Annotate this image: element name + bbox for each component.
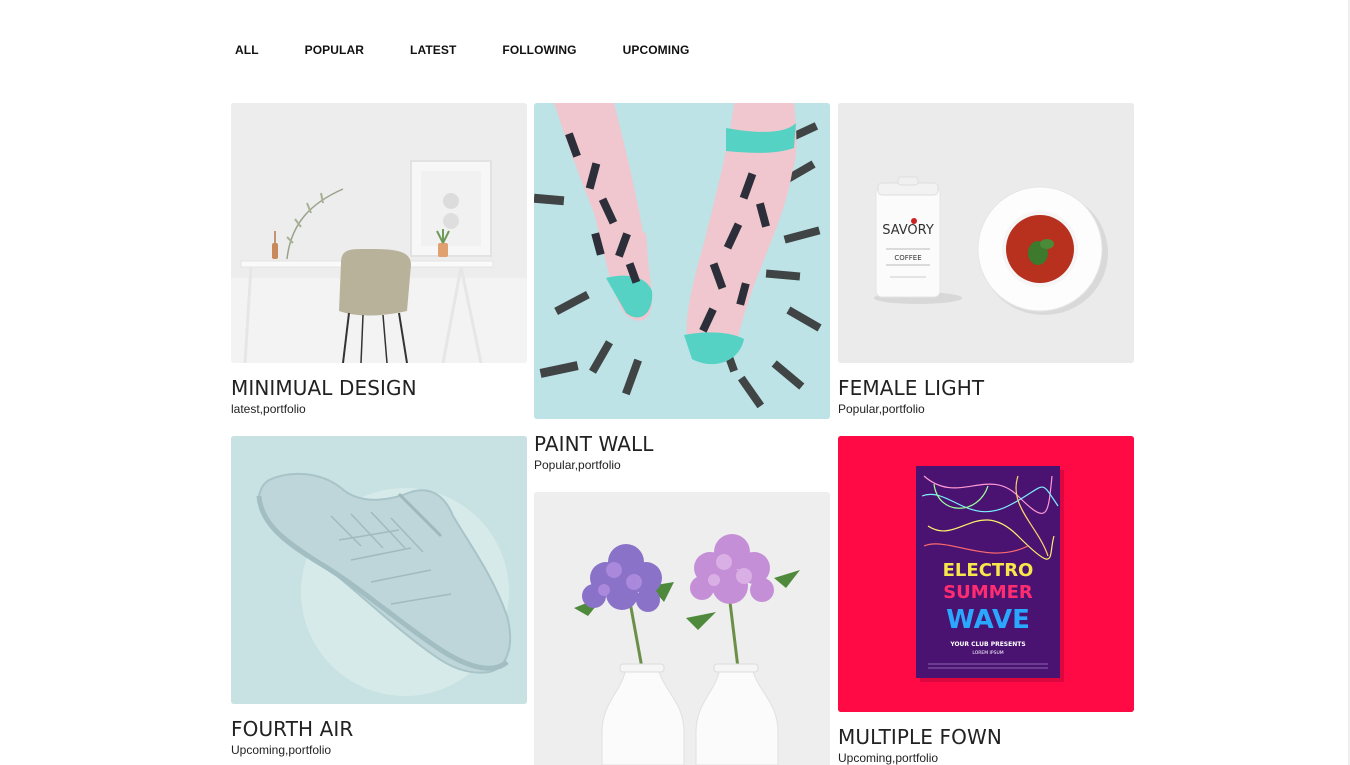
portfolio-card-flowers[interactable]: [534, 492, 830, 765]
card-image-poster[interactable]: ELECTRO SUMMER WAVE YOUR CLUB PRESENTS L…: [838, 436, 1134, 712]
filter-following[interactable]: FOLLOWING: [502, 43, 576, 57]
card-tags: Popular,portfolio: [838, 402, 925, 416]
sneaker-illustration: [231, 436, 527, 704]
card-image-desk-chair[interactable]: [231, 103, 527, 363]
socks-illustration: [534, 103, 830, 419]
filter-latest[interactable]: LATEST: [410, 43, 456, 57]
poster-sub-club: YOUR CLUB PRESENTS: [949, 641, 1025, 648]
card-title[interactable]: FOURTH AIR: [231, 717, 527, 741]
card-title[interactable]: FEMALE LIGHT: [838, 376, 1134, 400]
filter-all[interactable]: ALL: [235, 43, 259, 57]
filter-upcoming[interactable]: UPCOMING: [623, 43, 690, 57]
desk-chair-illustration: [231, 103, 527, 363]
card-tags: latest,portfolio: [231, 402, 306, 416]
card-image-sneaker[interactable]: [231, 436, 527, 704]
filter-popular[interactable]: POPULAR: [305, 43, 364, 57]
portfolio-card-multiple-fown[interactable]: ELECTRO SUMMER WAVE YOUR CLUB PRESENTS L…: [838, 436, 1134, 765]
card-tags: Upcoming,portfolio: [838, 751, 939, 765]
poster-illustration: ELECTRO SUMMER WAVE YOUR CLUB PRESENTS L…: [838, 436, 1134, 712]
card-title[interactable]: MULTIPLE FOWN: [838, 725, 1134, 749]
portfolio-card-paint-wall[interactable]: PAINT WALL Popular,portfolio: [534, 103, 830, 474]
savory-brand-text: SAVORY: [882, 223, 934, 238]
card-image-socks[interactable]: [534, 103, 830, 419]
card-image-flowers[interactable]: [534, 492, 830, 765]
card-image-savory[interactable]: SAVORY COFFEE: [838, 103, 1134, 363]
poster-line-electro: ELECTRO: [943, 560, 1034, 581]
poster-sub-lorem: LOREM IPSUM: [972, 650, 1003, 656]
card-title[interactable]: PAINT WALL: [534, 432, 830, 456]
savory-illustration: SAVORY COFFEE: [838, 103, 1134, 363]
portfolio-card-female-light[interactable]: SAVORY COFFEE FEMALE LIGHT Popular,portf…: [838, 103, 1134, 418]
portfolio-card-fourth-air[interactable]: FOURTH AIR Upcoming,portfolio: [231, 436, 527, 759]
card-title[interactable]: MINIMUAL DESIGN: [231, 376, 527, 400]
portfolio-filter-nav: ALL POPULAR LATEST FOLLOWING UPCOMING: [235, 43, 689, 57]
poster-line-wave: WAVE: [946, 605, 1030, 635]
card-tags: Upcoming,portfolio: [231, 743, 332, 757]
savory-label-text: COFFEE: [894, 254, 921, 262]
card-tags: Popular,portfolio: [534, 458, 621, 472]
poster-line-summer: SUMMER: [943, 582, 1033, 603]
flowers-illustration: [534, 492, 830, 765]
portfolio-card-minimal-design[interactable]: MINIMUAL DESIGN latest,portfolio: [231, 103, 527, 418]
